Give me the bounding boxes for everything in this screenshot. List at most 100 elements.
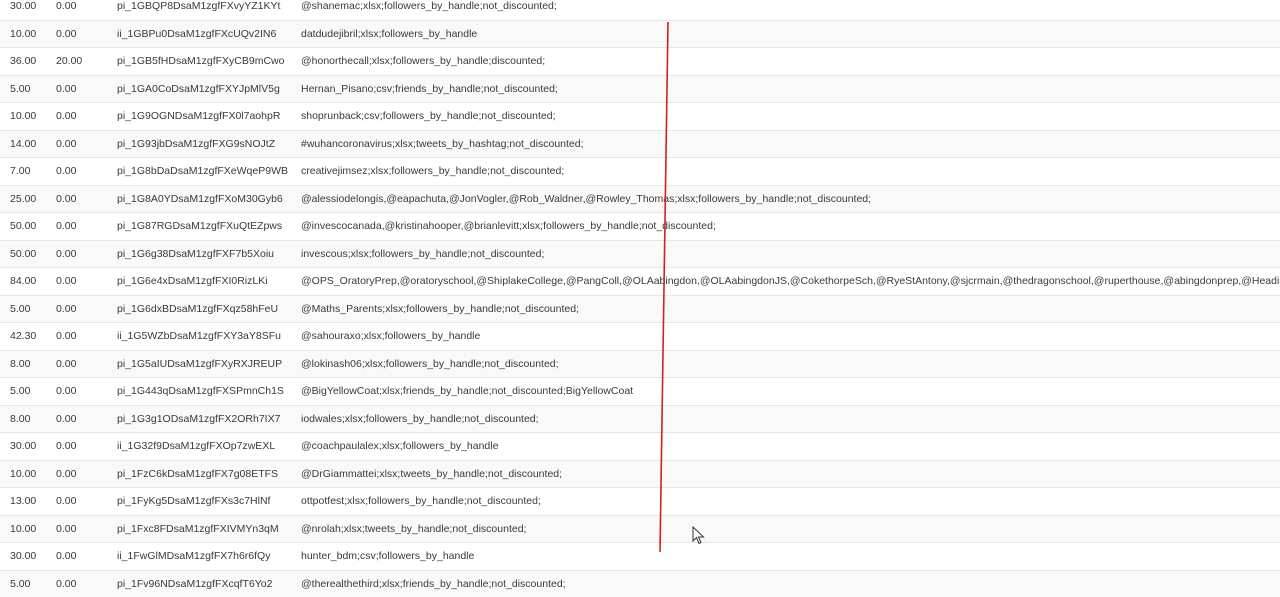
discount-cell: 0.00	[56, 165, 77, 177]
table-row[interactable]: 8.00 0.00 pi_1G3g1ODsaM1zgfFX2ORh7IX7 iodwa…	[0, 405, 1280, 433]
amount-cell: 50.00	[10, 247, 37, 260]
id-cell: pi_1G87RGDsaM1zgfFXuQtEZpws	[117, 220, 283, 232]
discount-cell: 0.00	[56, 82, 77, 95]
description-cell: @lokinash06;xlsx;followers_by_handle;not…	[301, 357, 559, 370]
description-cell: ottpotfest;xlsx;followers_by_handle;not_…	[301, 495, 541, 507]
description-cell: #wuhancoronavirus;xlsx;tweets_by_hashtag…	[301, 137, 584, 150]
table-row[interactable]: 14.00 0.00 pi_1G93jbDsaM1zgfFXG9sNOJtZ #wuh…	[0, 130, 1280, 158]
table-row[interactable]: 42.30 0.00 ii_1G5WZbDsaM1zgfFXY3aY8SFu @sah…	[0, 323, 1280, 351]
description-cell: Hernan_Pisano;csv;friends_by_handle;not_…	[301, 82, 558, 95]
transactions-table: 30.00 0.00 pi_1GBQP8DsaM1zgfFXvyYZ1KYt @sha…	[0, 0, 1280, 597]
id-cell: pi_1Fv96NDsaM1zgfFXcqfT6Yo2	[117, 577, 273, 590]
amount-cell: 10.00	[10, 467, 37, 480]
id-cell: ii_1FwGlMDsaM1zgfFX7h6r6fQy	[117, 550, 271, 562]
description-cell: shoprunback;csv;followers_by_handle;not_…	[301, 110, 556, 122]
discount-cell: 0.00	[56, 357, 77, 370]
id-cell: ii_1G5WZbDsaM1zgfFXY3aY8SFu	[117, 330, 281, 342]
id-cell: pi_1G3g1ODsaM1zgfFX2ORh7IX7	[117, 412, 281, 425]
discount-cell: 0.00	[56, 412, 77, 425]
amount-cell: 10.00	[10, 27, 37, 40]
id-cell: pi_1G5aIUDsaM1zgfFXyRXJREUP	[117, 357, 283, 370]
id-cell: pi_1G93jbDsaM1zgfFXG9sNOJtZ	[117, 137, 276, 150]
id-cell: pi_1G6e4xDsaM1zgfFXI0RizLKi	[117, 275, 268, 287]
discount-cell: 0.00	[56, 522, 77, 535]
description-cell: @coachpaulalex;xlsx;followers_by_handle	[301, 440, 499, 452]
discount-cell: 0.00	[56, 467, 77, 480]
table-row[interactable]: 50.00 0.00 pi_1G87RGDsaM1zgfFXuQtEZpws @inv…	[0, 213, 1280, 241]
table-row[interactable]: 8.00 0.00 pi_1G5aIUDsaM1zgfFXyRXJREUP @loki…	[0, 350, 1280, 378]
table-row[interactable]: 5.00 0.00 pi_1GA0CoDsaM1zgfFXYJpMlV5g Herna…	[0, 75, 1280, 103]
discount-cell: 0.00	[56, 550, 77, 562]
discount-cell: 0.00	[56, 440, 77, 452]
description-cell: @alessiodelongis,@eapachuta,@JonVogler,@…	[301, 192, 872, 205]
id-cell: pi_1GA0CoDsaM1zgfFXYJpMlV5g	[117, 82, 280, 95]
id-cell: pi_1G8A0YDsaM1zgfFXoM30Gyb6	[117, 192, 283, 205]
amount-cell: 30.00	[10, 0, 37, 12]
amount-cell: 8.00	[10, 412, 31, 425]
description-cell: @sahouraxo;xlsx;followers_by_handle	[301, 330, 481, 342]
table-row[interactable]: 5.00 0.00 pi_1G6dxBDsaM1zgfFXqz58hFeU @Math…	[0, 295, 1280, 323]
description-cell: invescous;xlsx;followers_by_handle;not_d…	[301, 247, 545, 260]
table-row[interactable]: 13.00 0.00 pi_1FyKg5DsaM1zgfFXs3c7HlNf ottp…	[0, 488, 1280, 516]
id-cell: pi_1G6dxBDsaM1zgfFXqz58hFeU	[117, 302, 279, 315]
id-cell: pi_1GB5fHDsaM1zgfFXyCB9mCwo	[117, 55, 285, 67]
description-cell: iodwales;xlsx;followers_by_handle;not_di…	[301, 412, 539, 425]
amount-cell: 25.00	[10, 192, 37, 205]
description-cell: @invescocanada,@kristinahooper,@brianlev…	[301, 220, 716, 232]
description-cell: @shanemac;xlsx;followers_by_handle;not_d…	[301, 0, 557, 12]
description-cell: @honorthecall;xlsx;followers_by_handle;d…	[301, 55, 546, 67]
amount-cell: 14.00	[10, 137, 37, 150]
table-row[interactable]: 10.00 0.00 pi_1FzC6kDsaM1zgfFX7g08ETFS @DrG…	[0, 460, 1280, 488]
amount-cell: 10.00	[10, 522, 37, 535]
amount-cell: 5.00	[10, 577, 31, 590]
description-cell: @therealthethird;xlsx;friends_by_handle;…	[301, 577, 566, 590]
description-cell: @OPS_OratoryPrep,@oratoryschool,@Shiplak…	[301, 275, 1280, 287]
id-cell: pi_1G9OGNDsaM1zgfFX0l7aohpR	[117, 110, 281, 122]
discount-cell: 0.00	[56, 275, 77, 287]
table-row[interactable]: 84.00 0.00 pi_1G6e4xDsaM1zgfFXI0RizLKi @OPS…	[0, 268, 1280, 296]
description-cell: @Maths_Parents;xlsx;followers_by_handle;…	[301, 302, 579, 315]
table-row[interactable]: 36.00 20.00 pi_1GB5fHDsaM1zgfFXyCB9mCwo @ho…	[0, 48, 1280, 76]
amount-cell: 8.00	[10, 357, 31, 370]
description-cell: hunter_bdm;csv;followers_by_handle	[301, 550, 475, 562]
table-row[interactable]: 30.00 0.00 ii_1FwGlMDsaM1zgfFX7h6r6fQy hunt…	[0, 543, 1280, 571]
discount-cell: 0.00	[56, 577, 77, 590]
amount-cell: 5.00	[10, 302, 31, 315]
amount-cell: 10.00	[10, 110, 37, 122]
id-cell: ii_1GBPu0DsaM1zgfFXcUQv2IN6	[117, 27, 277, 40]
discount-cell: 0.00	[56, 137, 77, 150]
amount-cell: 5.00	[10, 82, 31, 95]
table-row[interactable]: 10.00 0.00 pi_1G9OGNDsaM1zgfFX0l7aohpR shop…	[0, 103, 1280, 131]
amount-cell: 42.30	[10, 330, 37, 342]
id-cell: ii_1G32f9DsaM1zgfFXOp7zwEXL	[117, 440, 276, 452]
discount-cell: 0.00	[56, 247, 77, 260]
description-cell: @DrGiammattei;xlsx;tweets_by_handle;not_…	[301, 467, 563, 480]
id-cell: pi_1G8bDaDsaM1zgfFXeWqeP9WB	[117, 165, 288, 177]
discount-cell: 0.00	[56, 495, 77, 507]
discount-cell: 20.00	[56, 55, 83, 67]
description-cell: creativejimsez;xlsx;followers_by_handle;…	[301, 165, 565, 177]
description-cell: @nrolah;xlsx;tweets_by_handle;not_discou…	[301, 522, 527, 535]
table-row[interactable]: 7.00 0.00 pi_1G8bDaDsaM1zgfFXeWqeP9WB creat…	[0, 158, 1280, 186]
discount-cell: 0.00	[56, 330, 77, 342]
id-cell: pi_1G443qDsaM1zgfFXSPmnCh1S	[117, 385, 284, 397]
table-row[interactable]: 50.00 0.00 pi_1G6g38DsaM1zgfFXF7b5Xoiu inve…	[0, 240, 1280, 268]
discount-cell: 0.00	[56, 110, 77, 122]
mouse-pointer-icon	[692, 526, 705, 545]
description-cell: datdudejibril;xlsx;followers_by_handle	[301, 27, 478, 40]
table-row[interactable]: 5.00 0.00 pi_1Fv96NDsaM1zgfFXcqfT6Yo2 @ther…	[0, 570, 1280, 597]
id-cell: pi_1Fxc8FDsaM1zgfFXIVMYn3qM	[117, 522, 279, 535]
table-row[interactable]: 25.00 0.00 pi_1G8A0YDsaM1zgfFXoM30Gyb6 @ale…	[0, 185, 1280, 213]
id-cell: pi_1GBQP8DsaM1zgfFXvyYZ1KYt	[117, 0, 281, 12]
table-row[interactable]: 30.00 0.00 pi_1GBQP8DsaM1zgfFXvyYZ1KYt @sha…	[0, 0, 1280, 21]
discount-cell: 0.00	[56, 27, 77, 40]
discount-cell: 0.00	[56, 0, 77, 12]
table-row[interactable]: 10.00 0.00 pi_1Fxc8FDsaM1zgfFXIVMYn3qM @nro…	[0, 515, 1280, 543]
amount-cell: 13.00	[10, 495, 37, 507]
discount-cell: 0.00	[56, 385, 77, 397]
table-row[interactable]: 30.00 0.00 ii_1G32f9DsaM1zgfFXOp7zwEXL @coa…	[0, 433, 1280, 461]
discount-cell: 0.00	[56, 302, 77, 315]
table-row[interactable]: 5.00 0.00 pi_1G443qDsaM1zgfFXSPmnCh1S @BigY…	[0, 378, 1280, 406]
table-row[interactable]: 10.00 0.00 ii_1GBPu0DsaM1zgfFXcUQv2IN6 datd…	[0, 20, 1280, 48]
amount-cell: 5.00	[10, 385, 31, 397]
